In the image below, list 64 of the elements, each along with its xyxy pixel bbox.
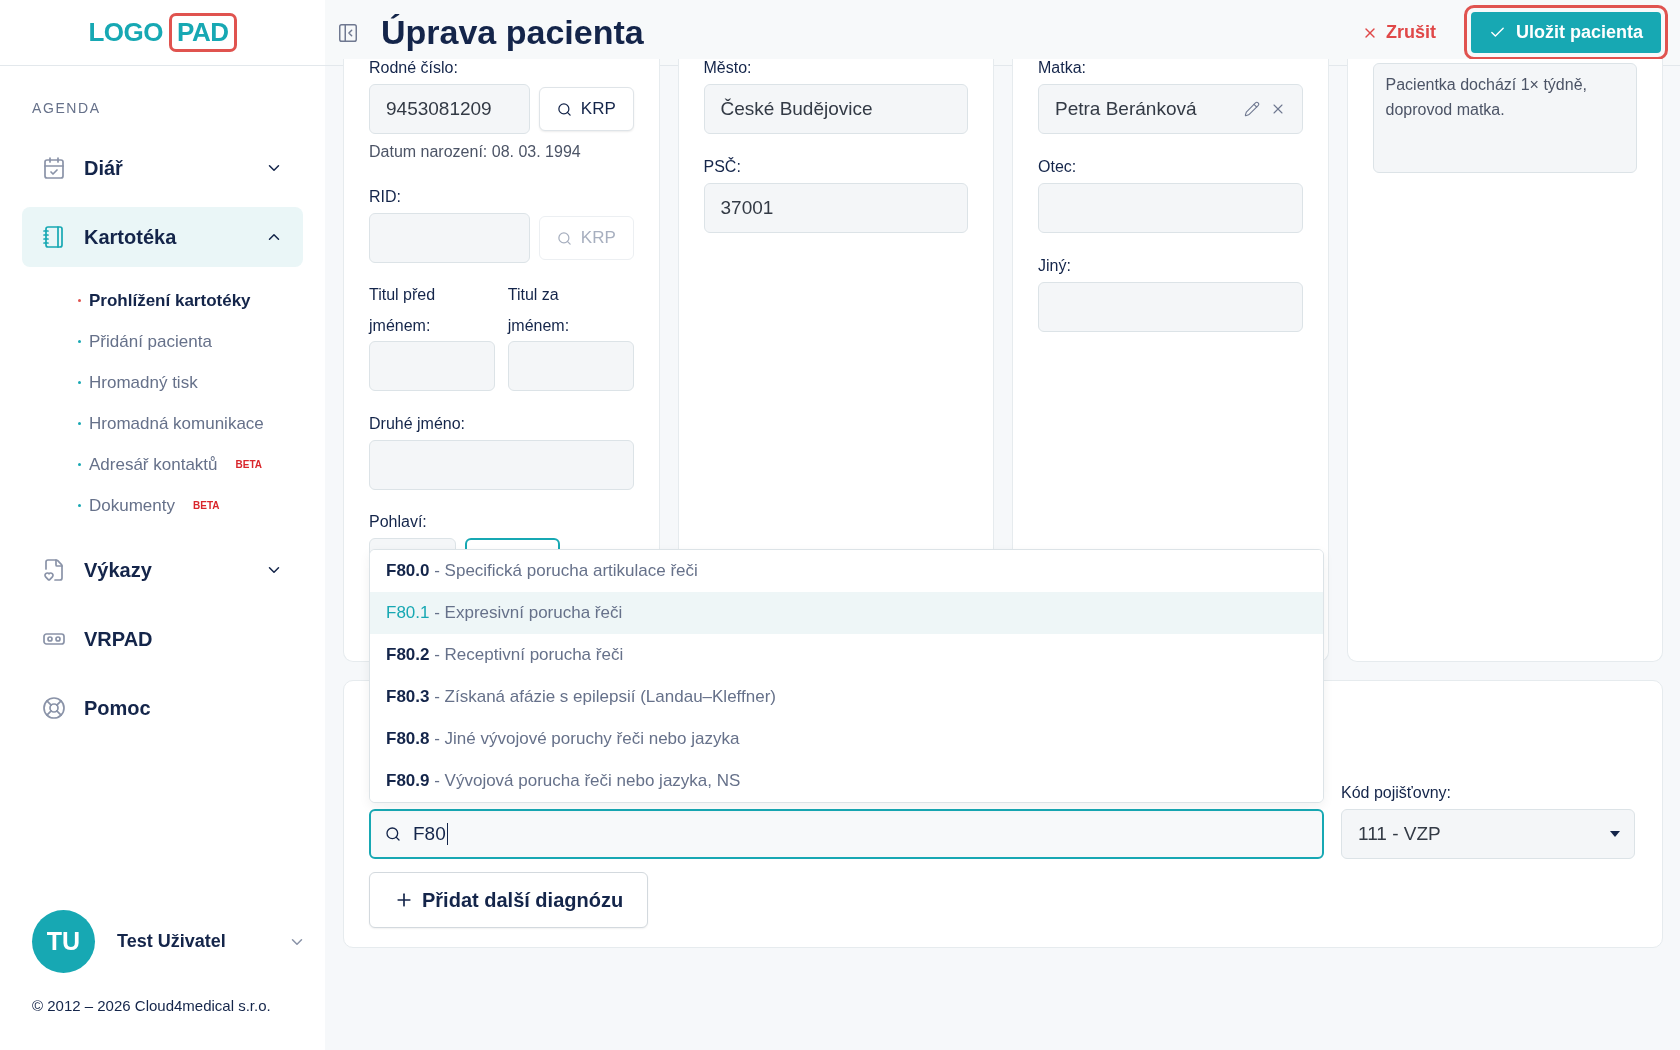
nav-subitem[interactable]: Prohlížení kartotéky — [78, 280, 325, 321]
search-field[interactable]: F80 — [369, 809, 1324, 859]
input-field[interactable] — [1038, 282, 1303, 332]
user-name[interactable]: Test Uživatel — [117, 931, 226, 952]
beta-label: BETA — [235, 459, 262, 470]
beta-label: BETA — [193, 500, 220, 511]
search-icon — [556, 230, 572, 246]
lookup-button[interactable]: KRP — [539, 87, 634, 131]
copyright: © 2012 – 2026 Cloud4medical s.r.o. — [32, 997, 272, 1014]
birth-date-text: Datum narození: 08. 03. 1994 — [369, 143, 582, 161]
field-label: Kód pojišťovny: — [1341, 784, 1453, 802]
collapse-sidebar-icon[interactable] — [337, 21, 359, 44]
suggestion-item[interactable]: F80.1 - Expresivní porucha řeči — [370, 592, 1323, 634]
add-diagnosis-button[interactable]: Přidat další diagnózu — [369, 872, 649, 928]
note-field[interactable]: Pacientka dochází 1× týdně, doprovod matka. — [1372, 63, 1637, 173]
nav-item[interactable]: Pomoc — [22, 678, 303, 738]
field-label: Otec: — [1038, 158, 1078, 176]
notebook-icon — [42, 225, 66, 249]
insurance-select[interactable]: 111 - VZP — [1341, 809, 1635, 859]
nav-item[interactable]: Výkazy — [22, 540, 303, 600]
search-icon — [385, 826, 401, 842]
input-field[interactable] — [369, 213, 531, 263]
field-label: Titul před jménem: — [369, 285, 437, 336]
document-icon — [42, 558, 66, 582]
page-title: Úprava pacienta — [381, 13, 645, 52]
cancel-button[interactable]: Zrušit — [1355, 21, 1442, 44]
field-label: Titul za jménem: — [507, 285, 571, 336]
input-field[interactable] — [369, 341, 495, 391]
nav-subitem[interactable]: Hromadná komunikace — [78, 403, 325, 444]
search-icon — [556, 101, 572, 117]
suggestion-item[interactable]: F80.9 - Vývojová porucha řeči nebo jazyka, NS — [370, 760, 1323, 802]
edit-icon[interactable] — [1243, 101, 1260, 117]
field-label: Rodné číslo: — [369, 59, 459, 77]
input-field[interactable] — [369, 440, 634, 490]
field-label: Město: — [703, 59, 753, 77]
nav-subitem[interactable]: Adresář kontaktů BETA — [78, 444, 325, 485]
input-field[interactable]: České Budějovice — [703, 84, 968, 134]
field-label: Jiný: — [1038, 257, 1072, 275]
field-label: Matka: — [1038, 59, 1087, 77]
nav-item[interactable]: VRPAD — [22, 609, 303, 669]
field-label: Pohlaví: — [369, 513, 428, 531]
section-label: AGENDA — [32, 100, 102, 116]
input-field[interactable]: 9453081209 — [369, 84, 531, 134]
field-label: PSČ: — [703, 158, 742, 176]
suggestion-item[interactable]: F80.0 - Specifická porucha artikulace řeči — [370, 550, 1323, 592]
nav-item[interactable]: Kartotéka — [22, 207, 303, 267]
suggestion-item[interactable]: F80.2 - Receptivní porucha řeči — [370, 634, 1323, 676]
input-field[interactable] — [507, 341, 634, 391]
input-field[interactable]: Petra Beránková — [1038, 84, 1303, 134]
lifebuoy-icon — [42, 696, 66, 720]
field-label: Druhé jméno: — [369, 415, 467, 433]
dropdown-caret-icon — [1610, 831, 1620, 837]
nav-subitem[interactable]: Dokumenty BETA — [78, 485, 325, 526]
nav-subitem[interactable]: Hromadný tisk — [78, 362, 325, 403]
nav-subitem[interactable]: Přidání pacienta — [78, 321, 325, 362]
input-field[interactable]: 37001 — [703, 183, 968, 233]
logo: LOGO — [88, 17, 164, 48]
logo: PAD — [169, 13, 237, 52]
suggestion-item[interactable]: F80.3 - Získaná afázie s epilepsií (Landau–Kleffner) — [370, 676, 1323, 718]
input-field[interactable] — [1038, 183, 1303, 233]
field-label: RID: — [369, 188, 402, 206]
suggestion-item[interactable]: F80.8 - Jiné vývojové poruchy řeči nebo jazyka — [370, 718, 1323, 760]
calendar-icon — [42, 156, 66, 180]
nav-item[interactable]: Diář — [22, 138, 303, 198]
